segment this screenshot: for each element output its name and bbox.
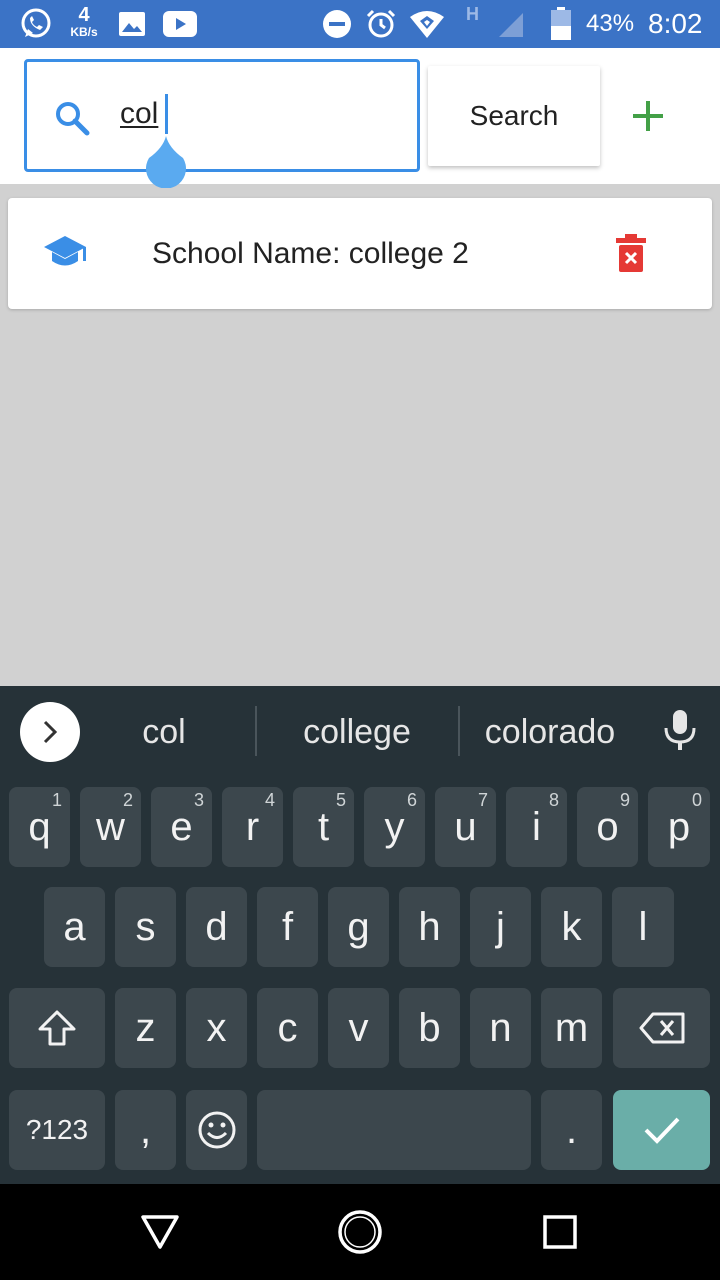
key-l[interactable]: l [612, 887, 674, 967]
battery-icon [548, 0, 574, 48]
graduation-cap-icon [42, 234, 88, 275]
cursor-handle[interactable] [143, 136, 189, 193]
key-v[interactable]: v [328, 988, 389, 1068]
key-label: w [96, 804, 125, 849]
suggestion-divider [458, 706, 460, 756]
youtube-icon [162, 0, 198, 48]
shift-key[interactable] [9, 988, 105, 1068]
text-cursor [165, 94, 168, 134]
comma-key[interactable]: , [115, 1090, 176, 1170]
search-button[interactable]: Search [428, 66, 600, 166]
key-hint: 6 [406, 790, 417, 810]
plus-icon[interactable] [624, 92, 672, 140]
chevron-right-icon[interactable] [20, 702, 80, 762]
net-speed-value: 4 [78, 4, 90, 26]
key-label: i [532, 804, 541, 849]
net-speed-unit: KB/s [70, 25, 98, 39]
wifi-icon [408, 0, 446, 48]
backspace-key[interactable] [613, 988, 710, 1068]
back-icon[interactable] [136, 1208, 184, 1256]
key-label: p [667, 804, 691, 849]
whatsapp-icon [16, 0, 56, 48]
key-hint: 9 [619, 790, 630, 810]
search-input-value: col [120, 97, 159, 130]
key-z[interactable]: z [115, 988, 176, 1068]
emoji-key[interactable] [186, 1090, 247, 1170]
network-type: H [466, 4, 479, 24]
school-name: School Name: college 2 [152, 237, 469, 270]
soft-keyboard: col college colorado q1 w2 e3 r4 t5 y6 u… [0, 686, 720, 1184]
key-hint: 7 [477, 790, 488, 810]
spacebar[interactable] [257, 1090, 531, 1170]
gallery-icon [116, 0, 148, 48]
battery-percent: 43% [586, 10, 635, 37]
key-hint: 4 [264, 790, 275, 810]
key-e[interactable]: e3 [151, 787, 212, 867]
suggestion-divider [255, 706, 257, 756]
key-label: q [28, 804, 51, 849]
key-label: u [454, 804, 477, 849]
search-input[interactable]: col [24, 59, 420, 189]
checkmark-icon [644, 1117, 679, 1144]
suggestion-3[interactable]: colorado [466, 686, 634, 778]
backspace-icon [639, 1012, 684, 1044]
key-hint: 3 [193, 790, 204, 810]
key-x[interactable]: x [186, 988, 247, 1068]
key-o[interactable]: o9 [577, 787, 638, 867]
key-label: y [384, 804, 405, 849]
enter-key[interactable] [613, 1090, 710, 1170]
key-s[interactable]: s [115, 887, 176, 967]
key-d[interactable]: d [186, 887, 247, 967]
suggestion-2[interactable]: college [264, 686, 450, 778]
key-label: r [245, 804, 260, 849]
signal-icon [496, 0, 526, 48]
key-hint: 0 [691, 790, 702, 810]
key-r[interactable]: r4 [222, 787, 283, 867]
net-speed: 4 KB/s [64, 5, 104, 38]
key-a[interactable]: a [44, 887, 105, 967]
alarm-icon [364, 0, 398, 48]
key-t[interactable]: t5 [293, 787, 354, 867]
key-f[interactable]: f [257, 887, 318, 967]
key-hint: 1 [51, 790, 62, 810]
period-key[interactable]: . [541, 1090, 602, 1170]
search-bar: col Search [0, 48, 720, 189]
key-label: o [596, 804, 619, 849]
key-j[interactable]: j [470, 887, 531, 967]
shift-icon [38, 1010, 76, 1046]
dnd-icon [320, 0, 354, 48]
home-icon[interactable] [336, 1208, 384, 1256]
key-u[interactable]: u7 [435, 787, 496, 867]
key-label: e [170, 804, 193, 849]
key-p[interactable]: p0 [648, 787, 710, 867]
key-hint: 8 [548, 790, 559, 810]
search-icon [53, 99, 91, 142]
recents-icon[interactable] [536, 1208, 584, 1256]
trash-icon[interactable] [616, 234, 646, 277]
suggestion-strip: col college colorado [0, 686, 720, 778]
key-b[interactable]: b [399, 988, 460, 1068]
key-hint: 2 [122, 790, 133, 810]
key-label: t [317, 804, 330, 849]
key-w[interactable]: w2 [80, 787, 141, 867]
key-k[interactable]: k [541, 887, 602, 967]
key-hint: 5 [335, 790, 346, 810]
key-n[interactable]: n [470, 988, 531, 1068]
key-c[interactable]: c [257, 988, 318, 1068]
key-i[interactable]: i8 [506, 787, 567, 867]
key-h[interactable]: h [399, 887, 460, 967]
status-bar: 4 KB/s H 43% 8:02 [0, 0, 720, 48]
key-g[interactable]: g [328, 887, 389, 967]
list-item[interactable]: School Name: college 2 [8, 198, 712, 309]
symbols-key[interactable]: ?123 [9, 1090, 105, 1170]
microphone-icon[interactable] [660, 708, 700, 757]
key-q[interactable]: q1 [9, 787, 70, 867]
emoji-icon [198, 1111, 235, 1149]
key-m[interactable]: m [541, 988, 602, 1068]
key-y[interactable]: y6 [364, 787, 425, 867]
navigation-bar [0, 1184, 720, 1280]
clock: 8:02 [648, 8, 703, 39]
suggestion-1[interactable]: col [84, 686, 244, 778]
